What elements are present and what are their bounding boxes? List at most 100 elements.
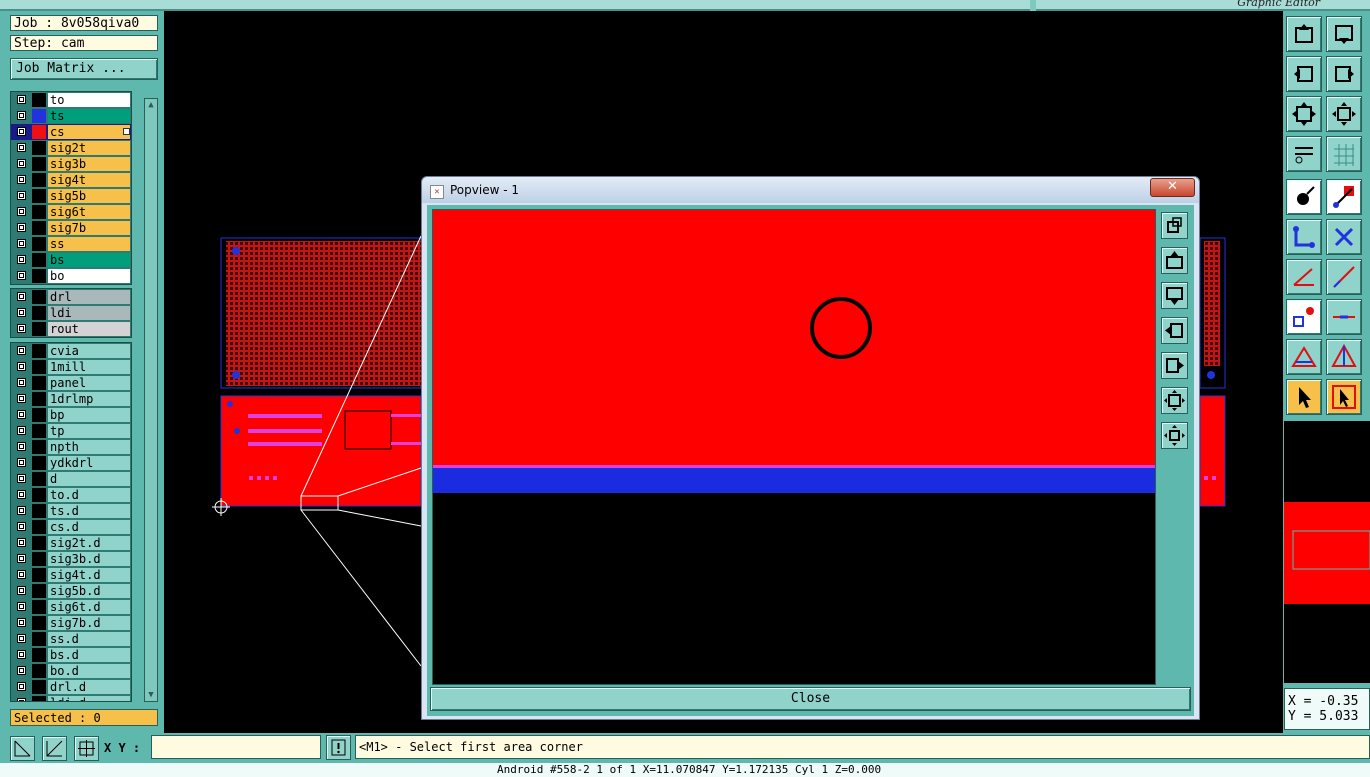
scroll-down-icon[interactable]: ▼ (146, 690, 156, 700)
layer-name[interactable]: cs.d (48, 520, 130, 534)
layer-color-swatch[interactable] (32, 141, 46, 155)
popview-pan-left-icon[interactable] (1161, 317, 1188, 344)
layer-checkbox[interactable] (17, 458, 26, 467)
select-area-button[interactable] (1326, 379, 1362, 415)
layer-row-to[interactable]: to (11, 92, 131, 108)
layer-color-swatch[interactable] (32, 157, 46, 171)
layer-row-sig4t-d[interactable]: sig4t.d (11, 567, 131, 583)
layer-name[interactable]: bs (48, 253, 130, 267)
snap-angle-icon[interactable] (42, 736, 67, 761)
layer-name[interactable]: bp (48, 408, 130, 422)
layer-row-sig3b[interactable]: sig3b (11, 156, 131, 172)
layer-checkbox[interactable] (17, 207, 26, 216)
layer-checkbox[interactable] (17, 490, 26, 499)
layer-checkbox[interactable] (17, 159, 26, 168)
layer-row-sig7b-d[interactable]: sig7b.d (11, 615, 131, 631)
pan-right-button[interactable] (1326, 56, 1362, 92)
layer-color-swatch[interactable] (32, 456, 46, 470)
layer-color-swatch[interactable] (32, 536, 46, 550)
layer-color-swatch[interactable] (32, 632, 46, 646)
layer-checkbox[interactable] (17, 143, 26, 152)
layer-checkbox[interactable] (17, 474, 26, 483)
layer-color-swatch[interactable] (32, 205, 46, 219)
select-pointer-button[interactable] (1286, 379, 1322, 415)
layer-row-bo[interactable]: bo (11, 268, 131, 284)
layer-color-swatch[interactable] (32, 520, 46, 534)
layer-checkbox[interactable] (17, 506, 26, 515)
layer-checkbox[interactable] (17, 522, 26, 531)
layer-row-npth[interactable]: npth (11, 439, 131, 455)
layer-row-sig2t[interactable]: sig2t (11, 140, 131, 156)
layer-color-swatch[interactable] (32, 472, 46, 486)
layer-checkbox[interactable] (17, 650, 26, 659)
layer-color-swatch[interactable] (32, 322, 46, 336)
layer-checkbox[interactable] (17, 191, 26, 200)
layer-row-sig3b-d[interactable]: sig3b.d (11, 551, 131, 567)
layer-name[interactable]: drl (48, 290, 130, 304)
layer-checkbox[interactable] (17, 378, 26, 387)
layer-name[interactable]: ts.d (48, 504, 130, 518)
layer-name[interactable]: ldi (48, 306, 130, 320)
angle-button[interactable] (1286, 259, 1322, 295)
layer-name[interactable]: panel (48, 376, 130, 390)
layer-row-panel[interactable]: panel (11, 375, 131, 391)
popview-canvas[interactable] (432, 209, 1156, 685)
layer-name[interactable]: sig3b (48, 157, 130, 171)
layer-name[interactable]: sig6t (48, 205, 130, 219)
layer-checkbox[interactable] (17, 324, 26, 333)
popview-sync-icon[interactable] (1161, 212, 1188, 239)
layer-name[interactable]: npth (48, 440, 130, 454)
layer-name[interactable]: to (48, 93, 130, 107)
layer-name[interactable]: sig2t (48, 141, 130, 155)
layer-color-swatch[interactable] (32, 109, 46, 123)
layer-color-swatch[interactable] (32, 504, 46, 518)
dialog-titlebar[interactable]: ✕ Popview - 1 ✕ (422, 177, 1199, 203)
layer-list-scrollbar[interactable]: ▲ ▼ (144, 98, 158, 702)
layer-row-ldi[interactable]: ldi (11, 305, 131, 321)
layer-name[interactable]: ss (48, 237, 130, 251)
layer-row-ldi-d[interactable]: ldi.d (11, 695, 131, 701)
layer-color-swatch[interactable] (32, 600, 46, 614)
layer-name[interactable]: sig3b.d (48, 552, 130, 566)
layer-row-ss[interactable]: ss (11, 236, 131, 252)
layer-color-swatch[interactable] (32, 648, 46, 662)
layer-checkbox[interactable] (17, 410, 26, 419)
layer-checkbox[interactable] (17, 442, 26, 451)
zoom-home-button[interactable] (1326, 96, 1362, 132)
layer-row-sig6t-d[interactable]: sig6t.d (11, 599, 131, 615)
layer-row-drl-d[interactable]: drl.d (11, 679, 131, 695)
layer-checkbox[interactable] (17, 570, 26, 579)
layer-color-swatch[interactable] (32, 189, 46, 203)
layer-checkbox[interactable] (17, 602, 26, 611)
layer-row-1drlmp[interactable]: 1drlmp (11, 391, 131, 407)
layer-checkbox[interactable] (17, 292, 26, 301)
close-icon[interactable]: ✕ (1150, 178, 1195, 197)
layer-row-ts[interactable]: ts (11, 108, 131, 124)
layer-name[interactable]: tp (48, 424, 130, 438)
layer-color-swatch[interactable] (32, 616, 46, 630)
layer-color-swatch[interactable] (32, 680, 46, 694)
layer-color-swatch[interactable] (32, 221, 46, 235)
layer-name[interactable]: 1drlmp (48, 392, 130, 406)
layer-row-to-d[interactable]: to.d (11, 487, 131, 503)
layer-row-sig5b-d[interactable]: sig5b.d (11, 583, 131, 599)
layer-checkbox[interactable] (17, 95, 26, 104)
scroll-up-icon[interactable]: ▲ (146, 100, 156, 110)
snap-pad-button[interactable] (1286, 179, 1322, 215)
layer-name[interactable]: sig7b.d (48, 616, 130, 630)
layer-name[interactable]: bs.d (48, 648, 130, 662)
layer-name[interactable]: sig6t.d (48, 600, 130, 614)
zoom-fit-button[interactable] (1286, 96, 1322, 132)
layer-name[interactable]: cvia (48, 344, 130, 358)
layer-color-swatch[interactable] (32, 290, 46, 304)
popview-pan-up-icon[interactable] (1161, 247, 1188, 274)
overview-minimap[interactable] (1284, 421, 1370, 683)
layer-row-sig2t-d[interactable]: sig2t.d (11, 535, 131, 551)
layer-color-swatch[interactable] (32, 253, 46, 267)
layer-name[interactable]: ss.d (48, 632, 130, 646)
layer-row-sig5b[interactable]: sig5b (11, 188, 131, 204)
layer-name[interactable]: 1mill (48, 360, 130, 374)
layer-row-cs[interactable]: cs (11, 124, 131, 140)
layer-row-bs-d[interactable]: bs.d (11, 647, 131, 663)
layer-name[interactable]: sig4t (48, 173, 130, 187)
